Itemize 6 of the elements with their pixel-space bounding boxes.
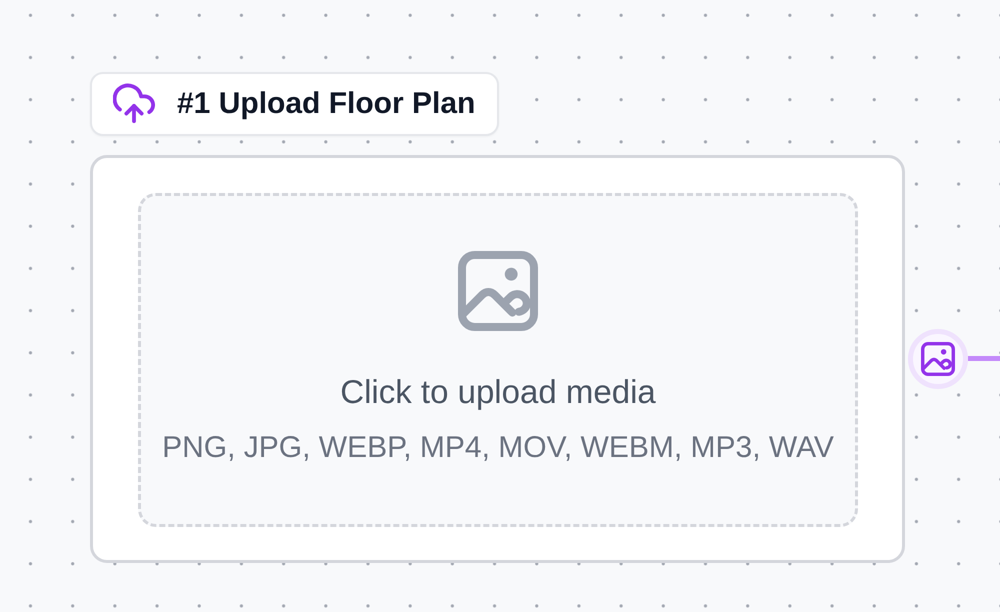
image-icon: [458, 251, 538, 331]
cloud-upload-icon: [113, 83, 155, 125]
upload-prompt: Click to upload media: [340, 373, 656, 411]
file-formats: PNG, JPG, WEBP, MP4, MOV, WEBM, MP3, WAV: [162, 431, 834, 465]
node-title: #1 Upload Floor Plan: [177, 86, 476, 122]
upload-dropzone[interactable]: Click to upload media PNG, JPG, WEBP, MP4, MOV, WEBM, MP3, WAV: [138, 193, 858, 527]
